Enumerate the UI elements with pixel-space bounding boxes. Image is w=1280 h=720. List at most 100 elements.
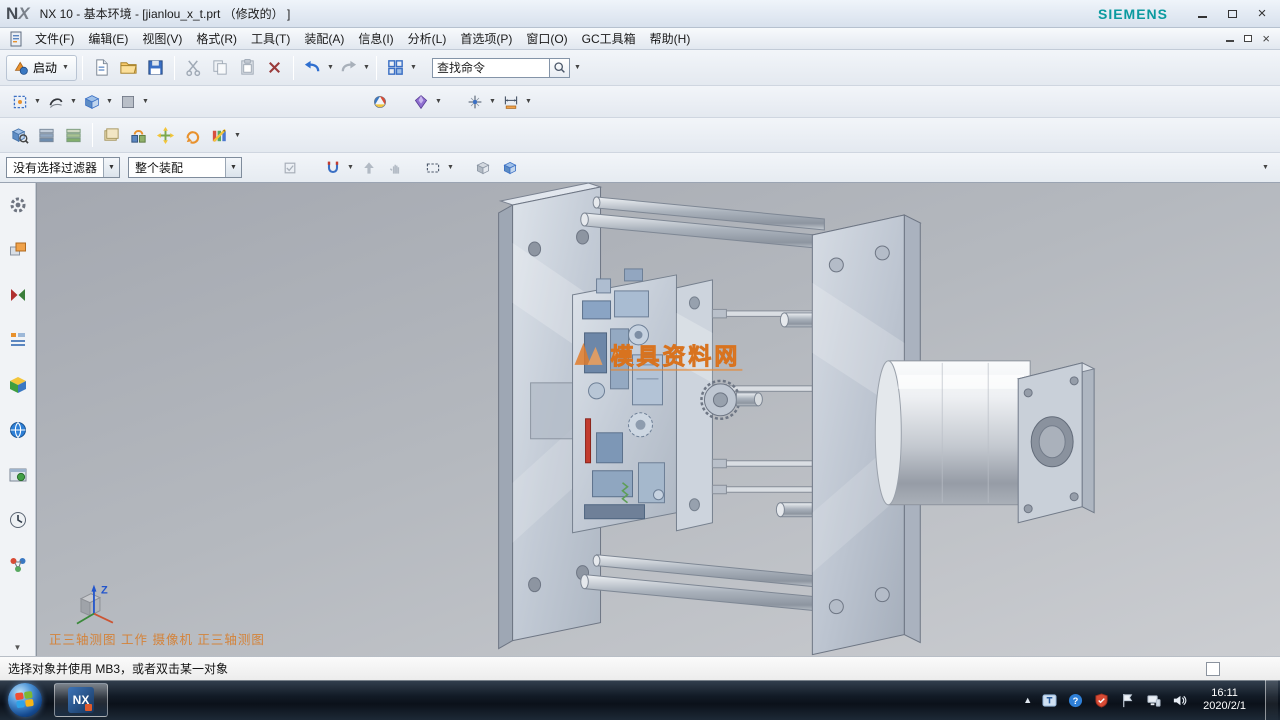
window-maximize-button[interactable]	[1224, 7, 1240, 21]
system-materials-icon[interactable]	[4, 551, 32, 579]
show-desktop-button[interactable]	[1265, 680, 1278, 720]
cut-button[interactable]	[180, 54, 207, 81]
snap-point-button[interactable]	[461, 88, 488, 115]
menu-window[interactable]: 窗口(O)	[519, 28, 574, 49]
open-file-button[interactable]	[115, 54, 142, 81]
undo-dropdown[interactable]: ▼	[326, 64, 335, 71]
highlight-selection-button[interactable]	[276, 154, 303, 181]
menu-information[interactable]: 信息(I)	[351, 28, 400, 49]
general-object-button[interactable]	[469, 154, 496, 181]
background-color-dropdown[interactable]: ▼	[141, 98, 150, 105]
save-button[interactable]	[142, 54, 169, 81]
network-icon[interactable]	[1145, 692, 1162, 709]
ime-indicator-icon[interactable]	[1041, 692, 1058, 709]
find-command-input[interactable]	[432, 58, 550, 78]
part-navigator-icon[interactable]	[4, 326, 32, 354]
hidden-icons-arrow[interactable]: ▲	[1023, 695, 1032, 705]
volume-icon[interactable]	[1171, 692, 1188, 709]
undo-button[interactable]	[299, 54, 326, 81]
child-close-button[interactable]: ×	[1262, 31, 1270, 46]
view-triad: Z	[77, 585, 113, 624]
menu-edit[interactable]: 编辑(E)	[81, 28, 135, 49]
menu-format[interactable]: 格式(R)	[189, 28, 244, 49]
snap-enable-dropdown[interactable]: ▼	[346, 164, 355, 171]
roles-gear-icon[interactable]	[4, 191, 32, 219]
assembly-sequence-button[interactable]	[206, 122, 233, 149]
menu-analysis[interactable]: 分析(L)	[401, 28, 454, 49]
window-close-button[interactable]: ×	[1254, 7, 1270, 21]
child-minimize-button[interactable]	[1226, 36, 1234, 42]
start-button[interactable]	[8, 683, 42, 717]
render-style-button[interactable]	[42, 88, 69, 115]
move-up-button[interactable]	[355, 154, 382, 181]
measure-dropdown[interactable]: ▼	[524, 98, 533, 105]
material-edit-button[interactable]	[407, 88, 434, 115]
bookmark-button[interactable]	[98, 122, 125, 149]
web-browser-icon[interactable]	[4, 416, 32, 444]
servo-motor[interactable]	[875, 361, 1030, 505]
measure-button[interactable]	[497, 88, 524, 115]
security-icon[interactable]	[1093, 692, 1110, 709]
background-color-button[interactable]	[114, 88, 141, 115]
menu-assemblies[interactable]: 装配(A)	[297, 28, 351, 49]
action-center-flag-icon[interactable]	[1119, 692, 1136, 709]
resource-bar-more-button[interactable]: ▼	[14, 643, 22, 652]
nx-taskbar-button[interactable]: NX	[54, 683, 108, 717]
start-menu-button[interactable]: 启动 ▼	[6, 55, 77, 81]
selection-scope-value: 整个装配	[129, 159, 225, 176]
redo-button[interactable]	[335, 54, 362, 81]
show-product-outline-button[interactable]	[60, 122, 87, 149]
touch-mode-button[interactable]	[382, 54, 409, 81]
viewport-3d-canvas[interactable]: 模具资料网 Z	[37, 183, 1280, 656]
copy-button[interactable]	[207, 54, 234, 81]
toolbar-overflow-button[interactable]: ▼	[1261, 164, 1270, 171]
menu-tools[interactable]: 工具(T)	[244, 28, 297, 49]
visualization-preferences-button[interactable]	[366, 88, 393, 115]
mold-core-assembly[interactable]	[573, 269, 677, 533]
status-grip-icon[interactable]	[1206, 662, 1220, 676]
history-icon[interactable]	[4, 506, 32, 534]
shaded-view-button[interactable]	[78, 88, 105, 115]
fit-view-dropdown[interactable]: ▼	[33, 98, 42, 105]
snap-point-dropdown[interactable]: ▼	[488, 98, 497, 105]
assembly-sequence-dropdown[interactable]: ▼	[233, 132, 242, 139]
selection-filter-combo[interactable]: 没有选择过滤器 ▼	[6, 157, 120, 178]
menu-gc-toolbox[interactable]: GC工具箱	[575, 28, 643, 49]
redo-dropdown[interactable]: ▼	[362, 64, 371, 71]
shaded-object-button[interactable]	[496, 154, 523, 181]
render-style-dropdown[interactable]: ▼	[69, 98, 78, 105]
rectangle-select-button[interactable]	[419, 154, 446, 181]
menu-help[interactable]: 帮助(H)	[643, 28, 698, 49]
find-component-button[interactable]	[6, 122, 33, 149]
assembly-constraints-button[interactable]	[125, 122, 152, 149]
selection-scope-combo[interactable]: 整个装配 ▼	[128, 157, 242, 178]
menu-file[interactable]: 文件(F)	[28, 28, 81, 49]
move-component-button[interactable]	[152, 122, 179, 149]
paste-button[interactable]	[234, 54, 261, 81]
hd3d-tools-icon[interactable]	[4, 461, 32, 489]
graphics-viewport[interactable]: 模具资料网 Z 正三轴测图 工作 摄像机 正三轴测图	[36, 183, 1280, 656]
window-minimize-button[interactable]	[1194, 7, 1210, 21]
find-command-dropdown[interactable]: ▼	[573, 64, 582, 71]
help-icon[interactable]: ?	[1067, 692, 1084, 709]
reuse-library-icon[interactable]	[4, 371, 32, 399]
show-degrees-of-freedom-button[interactable]	[179, 122, 206, 149]
snap-enable-button[interactable]	[319, 154, 346, 181]
touch-mode-dropdown[interactable]: ▼	[409, 64, 418, 71]
constraint-navigator-icon[interactable]	[4, 281, 32, 309]
menu-preferences[interactable]: 首选项(P)	[453, 28, 519, 49]
material-edit-dropdown[interactable]: ▼	[434, 98, 443, 105]
menu-view[interactable]: 视图(V)	[135, 28, 189, 49]
search-icon[interactable]	[550, 58, 570, 78]
open-by-proximity-button[interactable]	[33, 122, 60, 149]
rectangle-select-dropdown[interactable]: ▼	[446, 164, 455, 171]
shaded-view-dropdown[interactable]: ▼	[105, 98, 114, 105]
assembly-navigator-icon[interactable]	[4, 236, 32, 264]
pan-select-button[interactable]	[382, 154, 409, 181]
child-restore-button[interactable]	[1244, 35, 1252, 42]
gearbox-flange[interactable]	[1018, 363, 1094, 523]
fit-view-button[interactable]	[6, 88, 33, 115]
new-file-button[interactable]	[88, 54, 115, 81]
taskbar-clock[interactable]: 16:11 2020/2/1	[1203, 687, 1246, 713]
delete-button[interactable]	[261, 54, 288, 81]
